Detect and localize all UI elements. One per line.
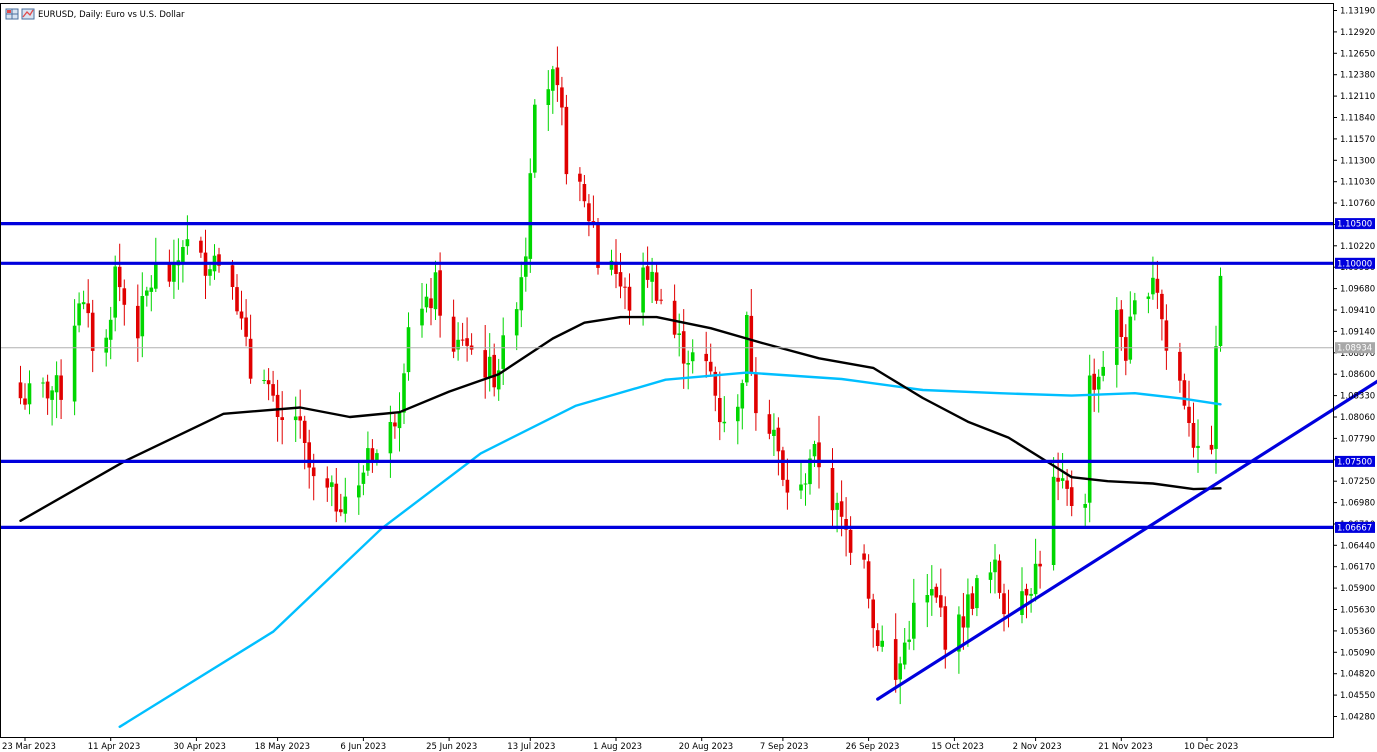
candle xyxy=(564,94,569,185)
y-tick-label: 1.08330 xyxy=(1340,392,1375,402)
chart-icon[interactable] xyxy=(21,8,35,20)
x-tick-label: 30 Apr 2023 xyxy=(173,742,226,752)
y-tick-label: 1.11840 xyxy=(1340,114,1375,124)
y-tick-label: 1.06980 xyxy=(1340,499,1375,509)
y-tick-label: 1.12650 xyxy=(1340,49,1375,59)
level-price-tag-text: 1.07500 xyxy=(1337,457,1372,467)
x-tick-label: 2 Nov 2023 xyxy=(1013,742,1062,752)
chart-title-text: EURUSD, Daily: Euro vs U.S. Dollar xyxy=(38,10,185,20)
y-tick-label: 1.05090 xyxy=(1340,648,1375,658)
x-tick-label: 15 Oct 2023 xyxy=(931,742,984,752)
x-tick-label: 18 May 2023 xyxy=(255,742,310,752)
x-tick-label: 6 Jun 2023 xyxy=(340,742,386,752)
x-tick-label: 23 Mar 2023 xyxy=(2,742,56,752)
y-tick-label: 1.11570 xyxy=(1340,135,1375,145)
candle xyxy=(997,554,1002,599)
candle xyxy=(745,311,749,386)
x-tick-label: 13 Jul 2023 xyxy=(507,742,555,752)
x-tick-label: 26 Sep 2023 xyxy=(846,742,900,752)
y-tick-label: 1.09680 xyxy=(1340,285,1375,295)
y-tick-label: 1.04820 xyxy=(1340,670,1375,680)
y-tick-label: 1.12380 xyxy=(1340,71,1375,81)
chart-title: EURUSD, Daily: Euro vs U.S. Dollar xyxy=(5,8,185,20)
y-tick-label: 1.08600 xyxy=(1340,370,1375,380)
x-tick-label: 25 Jun 2023 xyxy=(426,742,477,752)
x-tick-label: 21 Nov 2023 xyxy=(1098,742,1152,752)
y-tick-label: 1.07250 xyxy=(1340,477,1375,487)
y-tick-label: 1.06170 xyxy=(1340,563,1375,573)
x-tick-label: 10 Dec 2023 xyxy=(1184,742,1238,752)
y-tick-label: 1.12920 xyxy=(1340,28,1375,38)
level-price-tag-text: 1.06667 xyxy=(1337,523,1372,533)
y-tick-label: 1.11300 xyxy=(1340,156,1375,166)
y-tick-label: 1.05900 xyxy=(1340,584,1375,594)
y-tick-label: 1.05630 xyxy=(1340,606,1375,616)
y-tick-label: 1.08060 xyxy=(1340,413,1375,423)
candle xyxy=(1218,267,1223,352)
x-tick-label: 20 Aug 2023 xyxy=(679,742,733,752)
candle xyxy=(1087,354,1092,523)
level-price-tag-text: 1.10500 xyxy=(1337,220,1372,230)
x-tick-label: 7 Sep 2023 xyxy=(760,742,808,752)
price-chart[interactable]: 1.13190 1.12920 1.12650 1.12380 1.12110 1.118… xyxy=(0,0,1377,752)
candle xyxy=(596,218,600,275)
y-tick-label: 1.09410 xyxy=(1340,306,1375,316)
current-price-tag-text: 1.08934 xyxy=(1337,344,1372,354)
y-tick-label: 1.11030 xyxy=(1340,178,1375,188)
y-tick-label: 1.10760 xyxy=(1340,199,1375,209)
y-tick-label: 1.04280 xyxy=(1340,713,1375,723)
y-tick-label: 1.13190 xyxy=(1340,7,1375,17)
candle xyxy=(528,158,533,273)
y-tick-label: 1.07790 xyxy=(1340,434,1375,444)
candle xyxy=(533,99,537,178)
y-tick-label: 1.04550 xyxy=(1340,691,1375,701)
y-tick-label: 1.12110 xyxy=(1340,92,1375,102)
x-tick-label: 1 Aug 2023 xyxy=(593,742,642,752)
y-tick-label: 1.05360 xyxy=(1340,627,1375,637)
grid-icon[interactable] xyxy=(5,8,19,20)
y-tick-label: 1.10220 xyxy=(1340,242,1375,252)
y-tick-label: 1.09140 xyxy=(1340,327,1375,337)
level-price-tag-text: 1.10000 xyxy=(1337,259,1372,269)
x-tick-label: 11 Apr 2023 xyxy=(88,742,141,752)
y-tick-label: 1.06440 xyxy=(1340,541,1375,551)
